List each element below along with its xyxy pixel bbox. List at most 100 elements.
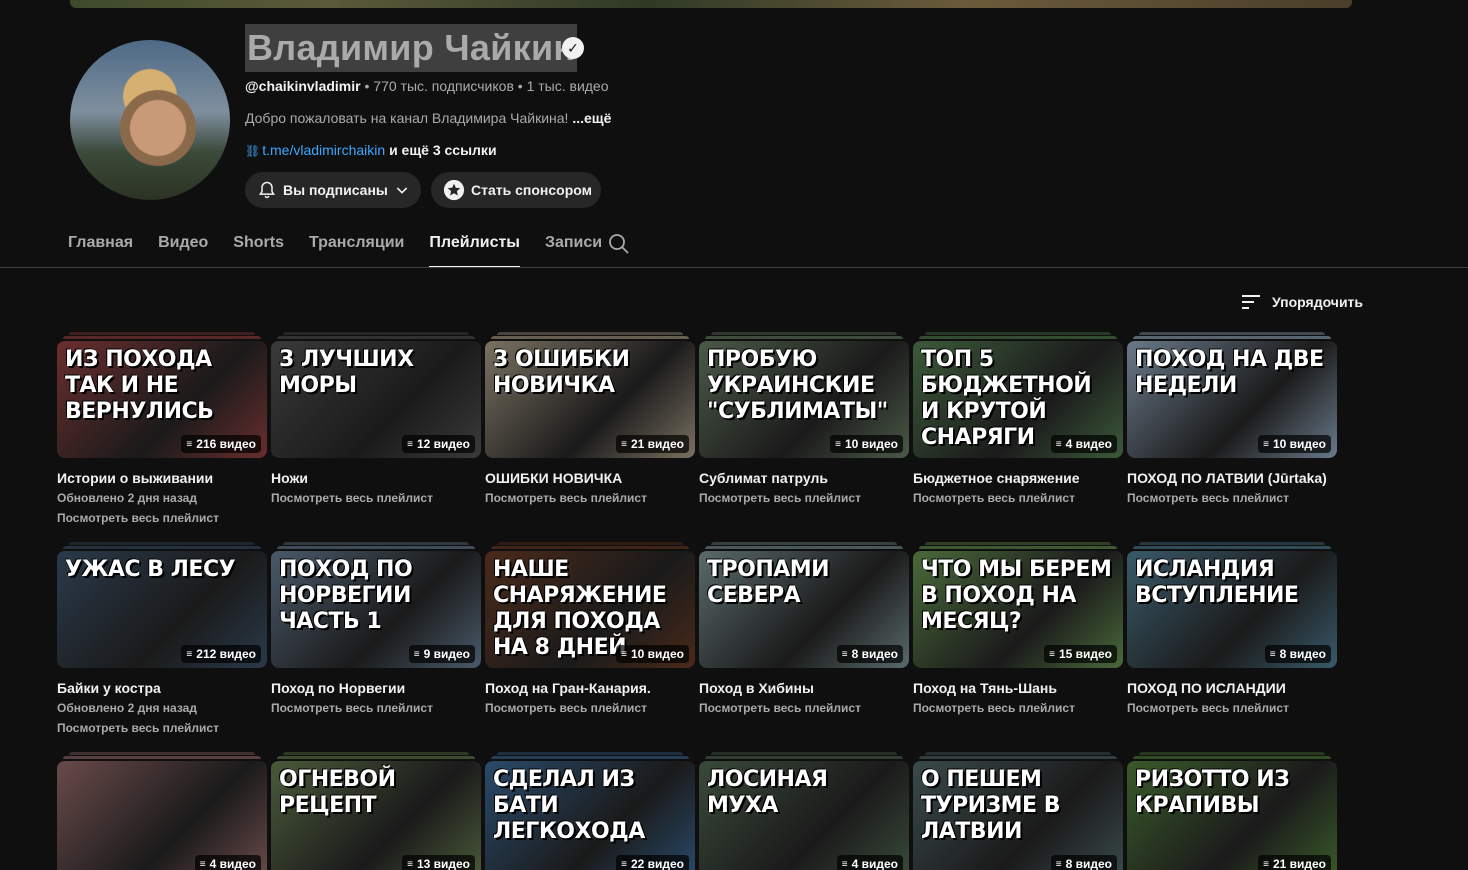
channel-avatar[interactable] (70, 40, 230, 200)
playlist-title[interactable]: ПОХОД ПО ЛАТВИИ (Jūrtaka) (1127, 468, 1337, 488)
playlist-title[interactable]: Ножи (271, 468, 481, 488)
tab-videos[interactable]: Видео (158, 222, 208, 268)
playlist-card[interactable]: 3 лучших моры ≡ 12 видео Ножи Посмотреть вес… (271, 332, 481, 508)
playlist-thumbnail[interactable]: Поход по Норвегии часть 1 ≡ 9 видео (271, 550, 481, 668)
playlist-card[interactable]: 3 ошибки новичка ≡ 21 видео ОШИБКИ НОВИЧКА П… (485, 332, 695, 508)
playlist-title[interactable]: Поход на Тянь-Шань (913, 678, 1123, 698)
search-icon[interactable] (607, 232, 631, 256)
playlist-title[interactable]: Поход по Норвегии (271, 678, 481, 698)
playlist-card[interactable]: Из похода так и не вернулись ≡ 216 видео Ис… (57, 332, 267, 528)
playlist-subtitle: Посмотреть весь плейлист (485, 701, 647, 715)
tab-home[interactable]: Главная (68, 222, 133, 268)
video-count-badge: ≡ 10 видео (1258, 435, 1331, 453)
thumbnail-caption: Поход по Норвегии часть 1 (279, 557, 413, 634)
video-count-label: 8 видео (1065, 857, 1112, 870)
tab-live[interactable]: Трансляции (309, 222, 404, 268)
playlist-card[interactable]: Поход по Норвегии часть 1 ≡ 9 видео Поход п… (271, 542, 481, 718)
playlist-card[interactable]: поход на две недели ≡ 10 видео ПОХОД ПО ЛАТ… (1127, 332, 1337, 508)
playlist-card[interactable]: Исландия вступление ≡ 8 видео ПОХОД ПО ИСЛА… (1127, 542, 1337, 718)
video-count-badge: ≡ 4 видео (1050, 435, 1117, 453)
chevron-down-icon (394, 179, 410, 201)
playlist-stack-edge (919, 336, 1117, 339)
more-links-button[interactable]: и ещё 3 ссылки (389, 142, 496, 158)
playlist-stack-edge (497, 332, 683, 335)
video-count-label: 8 видео (1279, 647, 1326, 661)
video-count-badge: ≡ 4 видео (836, 855, 903, 870)
playlist-icon: ≡ (199, 858, 206, 870)
playlist-thumbnail[interactable]: Топ 5 бюджетной и крутой снаряги ≡ 4 видео (913, 340, 1123, 458)
tab-shorts[interactable]: Shorts (233, 222, 284, 268)
playlist-title[interactable]: Байки у костра (57, 678, 267, 698)
playlist-subtitle: Посмотреть весь плейлист (913, 491, 1075, 505)
playlist-thumbnail[interactable]: сделал из бати легкохода ≡ 22 видео (485, 760, 695, 870)
playlist-thumbnail[interactable]: Лосиная муха ≡ 4 видео (699, 760, 909, 870)
playlist-title[interactable]: Поход в Хибины (699, 678, 909, 698)
playlist-thumbnail[interactable]: Ризотто из крапивы ≡ 21 видео (1127, 760, 1337, 870)
video-count-label: 10 видео (630, 647, 684, 661)
playlist-thumbnail[interactable]: Исландия вступление ≡ 8 видео (1127, 550, 1337, 668)
playlist-card[interactable]: Ризотто из крапивы ≡ 21 видео (1127, 752, 1337, 870)
playlist-title[interactable]: Бюджетное снаряжение (913, 468, 1123, 488)
video-count-label: 13 видео (416, 857, 470, 870)
playlist-thumbnail[interactable]: наше снаряжение для похода на 8 дней ≡ 10 … (485, 550, 695, 668)
playlist-stack-edge (63, 756, 261, 759)
playlist-card[interactable]: о пешем туризме в Латвии ≡ 8 видео (913, 752, 1123, 870)
playlist-card[interactable]: Ужас в лесу ≡ 212 видео Байки у костра Обнов… (57, 542, 267, 738)
playlist-card[interactable]: Лосиная муха ≡ 4 видео (699, 752, 909, 870)
playlist-title[interactable]: Поход на Гран-Канария. (485, 678, 695, 698)
playlist-thumbnail[interactable]: огневой рецепт ≡ 13 видео (271, 760, 481, 870)
channel-description[interactable]: Добро пожаловать на канал Владимира Чайк… (245, 109, 611, 127)
playlist-thumbnail[interactable]: о пешем туризме в Латвии ≡ 8 видео (913, 760, 1123, 870)
playlist-thumbnail[interactable]: поход на две недели ≡ 10 видео (1127, 340, 1337, 458)
playlist-card[interactable]: Топ 5 бюджетной и крутой снаряги ≡ 4 видео… (913, 332, 1123, 508)
view-full-playlist-link[interactable]: Посмотреть весь плейлист (57, 508, 267, 528)
playlist-card[interactable]: пробую украинские "сублиматы" ≡ 10 видео Су… (699, 332, 909, 508)
playlist-stack-edge (925, 752, 1111, 755)
playlist-thumbnail[interactable]: Ужас в лесу ≡ 212 видео (57, 550, 267, 668)
playlist-title[interactable]: ОШИБКИ НОВИЧКА (485, 468, 695, 488)
playlist-stack-edge (925, 332, 1111, 335)
playlist-icon: ≡ (1269, 648, 1276, 660)
playlist-title[interactable]: Истории о выживании (57, 468, 267, 488)
playlist-title[interactable]: ПОХОД ПО ИСЛАНДИИ (1127, 678, 1337, 698)
playlist-stack-edge (69, 332, 255, 335)
playlist-title[interactable]: Сублимат патруль (699, 468, 909, 488)
playlist-thumbnail[interactable]: Тропами севера ≡ 8 видео (699, 550, 909, 668)
playlist-thumbnail[interactable]: Из похода так и не вернулись ≡ 216 видео (57, 340, 267, 458)
playlist-card[interactable]: Что мы берем в поход на месяц? ≡ 15 видео П… (913, 542, 1123, 718)
playlist-icon: ≡ (621, 438, 627, 450)
playlist-thumbnail[interactable]: Что мы берем в поход на месяц? ≡ 15 видео (913, 550, 1123, 668)
playlist-card[interactable]: наше снаряжение для похода на 8 дней ≡ 10 … (485, 542, 695, 718)
playlist-card[interactable]: сделал из бати легкохода ≡ 22 видео (485, 752, 695, 870)
playlist-thumbnail[interactable]: пробую украинские "сублиматы" ≡ 10 видео (699, 340, 909, 458)
channel-banner (70, 0, 1352, 8)
playlist-stack-edge (711, 542, 897, 545)
video-count-badge: ≡ 21 видео (1258, 855, 1331, 870)
playlist-stack-edge (491, 756, 689, 759)
playlist-icon: ≡ (1055, 438, 1062, 450)
sort-label: Упорядочить (1272, 294, 1364, 310)
telegram-link[interactable]: t.me/vladimirchaikin (262, 142, 385, 158)
playlist-thumbnail[interactable]: 3 ошибки новичка ≡ 21 видео (485, 340, 695, 458)
playlist-stack-edge (63, 546, 261, 549)
sort-button[interactable]: Упорядочить (1240, 290, 1363, 314)
description-more-link[interactable]: ...ещё (572, 110, 611, 126)
playlist-thumbnail[interactable]: 3 лучших моры ≡ 12 видео (271, 340, 481, 458)
meta-separator: • (364, 78, 370, 94)
tab-playlists[interactable]: Плейлисты (429, 222, 520, 268)
playlist-card[interactable]: огневой рецепт ≡ 13 видео (271, 752, 481, 870)
video-count-badge: ≡ 22 видео (616, 855, 689, 870)
playlist-thumbnail[interactable]: ≡ 4 видео (57, 760, 267, 870)
playlist-subtitle: Посмотреть весь плейлист (271, 491, 433, 505)
playlist-stack-edge (705, 546, 903, 549)
tab-posts[interactable]: Записи (545, 222, 602, 268)
sponsor-button[interactable]: Стать спонсором (431, 172, 601, 208)
video-count-badge: ≡ 10 видео (616, 645, 689, 663)
video-count-badge: ≡ 15 видео (1044, 645, 1117, 663)
playlist-card[interactable]: Тропами севера ≡ 8 видео Поход в Хибины Посм… (699, 542, 909, 718)
subscribed-button[interactable]: Вы подписаны (245, 172, 421, 208)
playlist-stack-edge (1133, 546, 1331, 549)
playlist-stack-edge (705, 756, 903, 759)
view-full-playlist-link[interactable]: Посмотреть весь плейлист (57, 718, 267, 738)
playlist-card[interactable]: ≡ 4 видео (57, 752, 267, 870)
